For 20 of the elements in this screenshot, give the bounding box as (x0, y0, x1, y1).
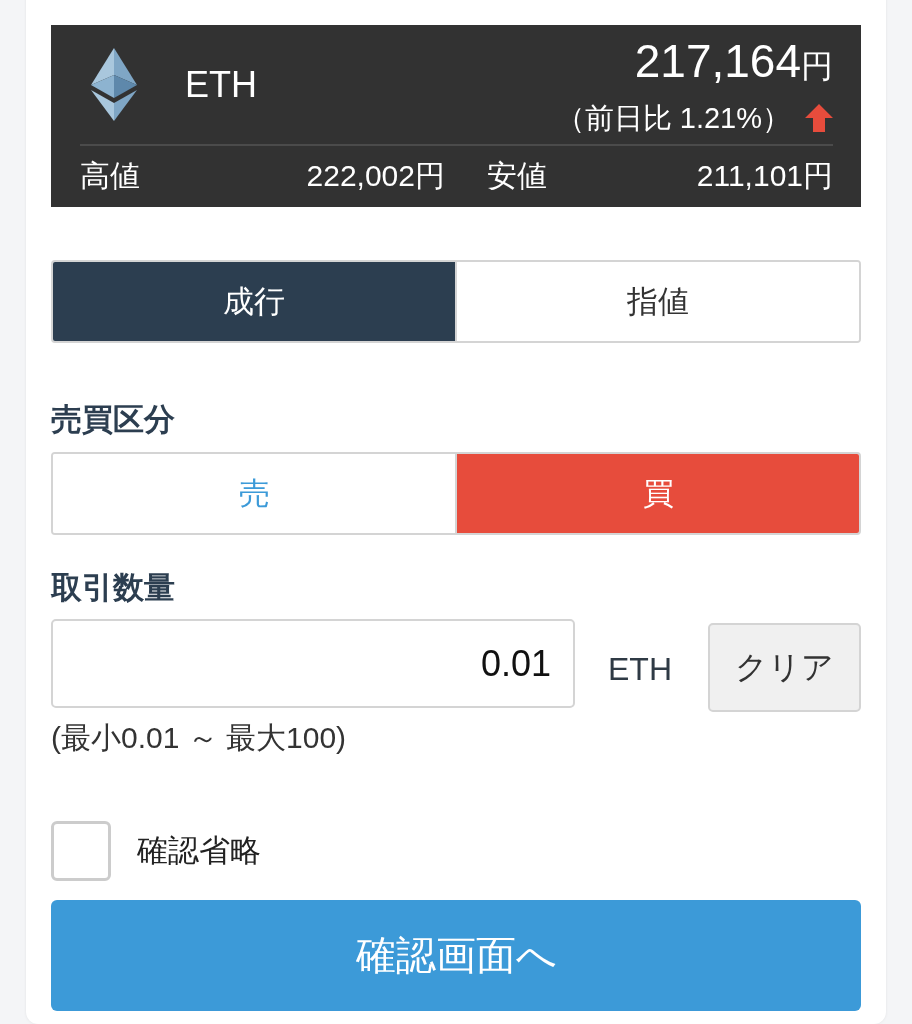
current-price: 217,164 (634, 35, 801, 87)
price-unit: 円 (801, 48, 833, 84)
high-label: 高値 (80, 158, 140, 194)
low-price: 211,101円 (696, 158, 833, 194)
diamond-icon (91, 48, 137, 121)
low-label: 安値 (487, 158, 547, 194)
quantity-input[interactable]: 0.01 (51, 619, 575, 708)
high-price: 222,002円 (306, 158, 445, 194)
section-label: 売買区分 (51, 401, 175, 439)
price-change: （前日比 1.21%） (555, 101, 791, 136)
clear-button[interactable]: クリア (708, 623, 861, 712)
checkbox[interactable] (51, 821, 111, 881)
section-label: 取引数量 (51, 569, 175, 607)
side-toggle[interactable]: 買 (455, 454, 859, 533)
quantity-unit: ETH (608, 650, 672, 689)
order-type-tab[interactable]: 指値 (455, 262, 859, 341)
coin-symbol: ETH (185, 63, 257, 106)
checkbox-label: 確認省略 (137, 832, 261, 870)
order-type-tab[interactable]: 成行 (53, 262, 455, 341)
quantity-range: (最小0.01 ～ 最大100) (51, 720, 347, 756)
